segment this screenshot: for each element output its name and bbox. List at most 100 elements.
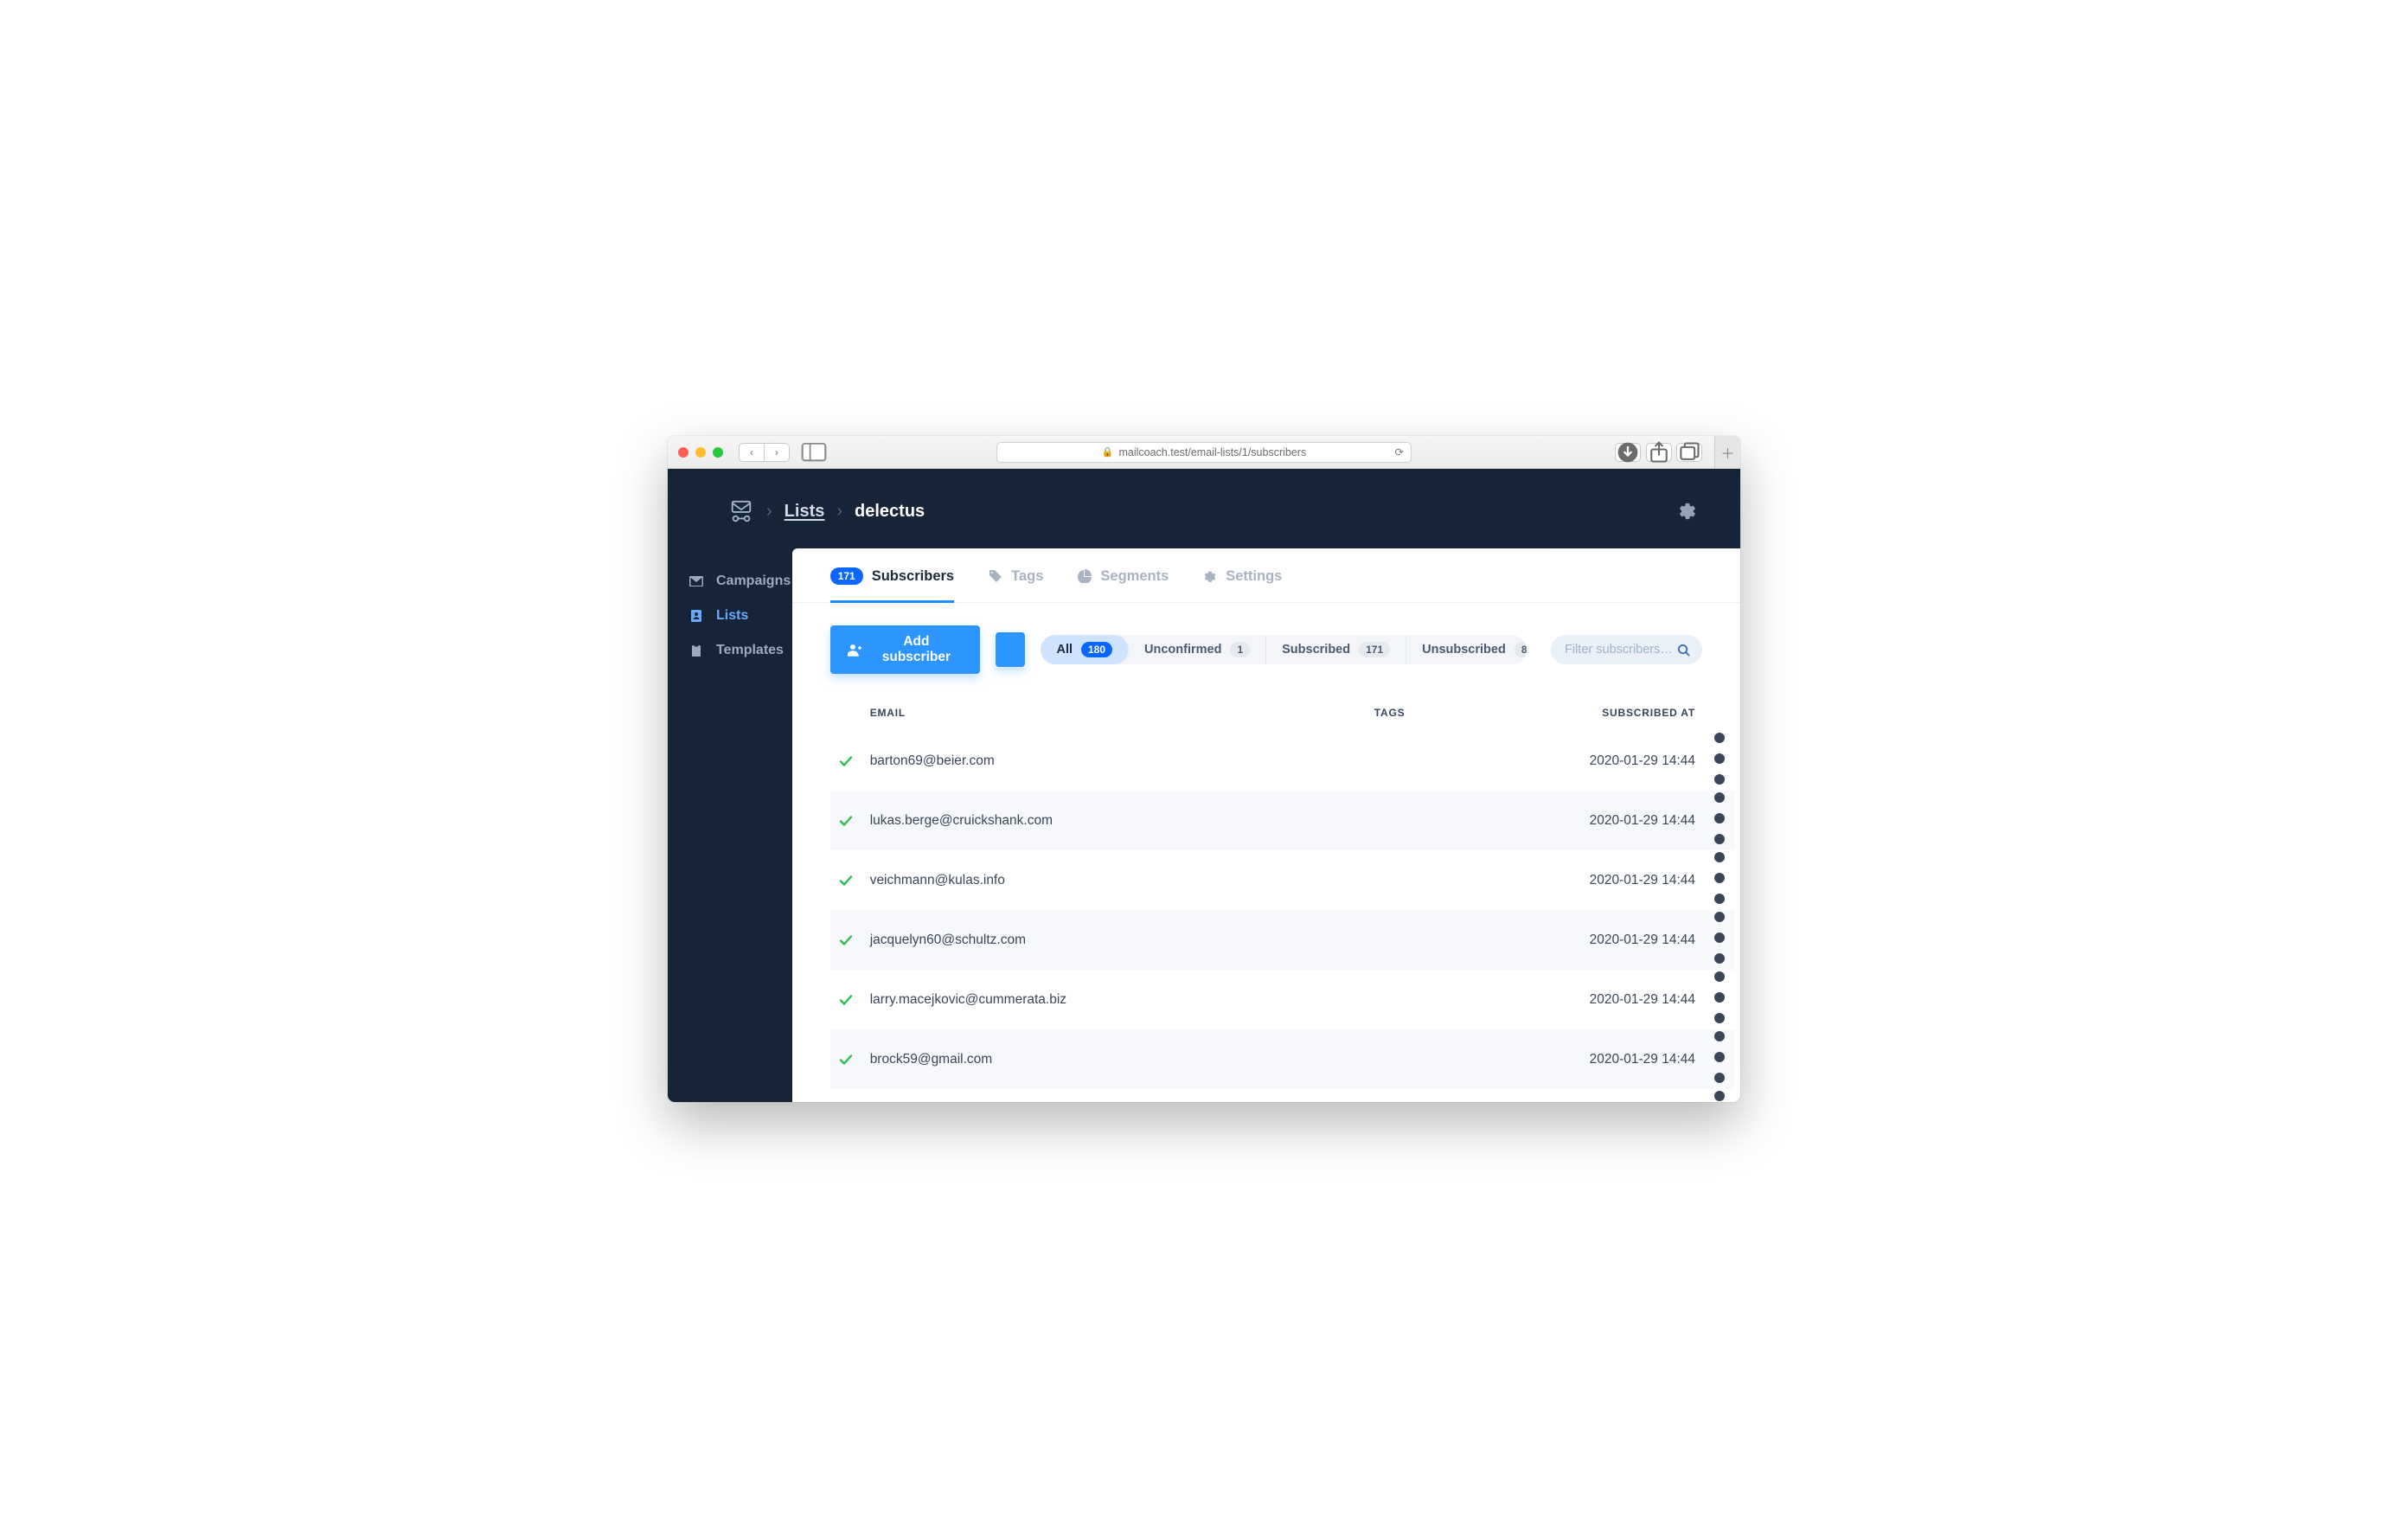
row-actions-button[interactable] [1704,850,1735,910]
subscribed-at-cell: 2020-01-29 14:44 [1479,1029,1704,1089]
filter-count: 180 [1081,642,1112,657]
filter-all[interactable]: All 180 [1041,635,1129,664]
status-cell [830,970,861,1029]
col-tags[interactable]: TAGS [1366,695,1479,731]
email-cell: hokeefe@yahoo.com [861,1089,1366,1102]
row-actions-button[interactable] [1704,731,1735,791]
tags-cell [1366,850,1479,910]
sidebar-toggle-button[interactable] [801,443,827,462]
breadcrumb-lists-link[interactable]: Lists [785,502,825,522]
clipboard-icon [688,644,704,657]
row-actions-button[interactable] [1704,970,1735,1029]
nav-buttons: ‹ › [739,443,790,462]
breadcrumb: › Lists › delectus [728,500,925,522]
main-panel: 171 Subscribers Tags [792,548,1740,1102]
filter-count: 8 [1515,642,1527,657]
filter-label: Unconfirmed [1144,643,1221,657]
table-row[interactable]: veichmann@kulas.info2020-01-29 14:44 [830,850,1735,910]
forward-button[interactable]: › [764,443,790,462]
tags-cell [1366,1089,1479,1102]
share-button[interactable] [1646,443,1672,462]
check-icon [839,814,853,828]
tab-subscribers[interactable]: 171 Subscribers [830,567,954,603]
more-actions-button[interactable] [996,632,1025,667]
subscribed-at-cell: 2020-01-29 14:44 [1479,1089,1704,1102]
filter-unsubscribed[interactable]: Unsubscribed 8 [1406,635,1527,664]
pie-chart-icon [1078,569,1092,583]
toolbar: Add subscriber All 180 [792,603,1740,679]
window-minimize-button[interactable] [695,447,706,458]
settings-gear-button[interactable] [1678,502,1697,521]
lock-icon: 🔒 [1102,446,1114,458]
status-cell [830,731,861,791]
dots-vertical-icon [1713,1073,1726,1088]
search-input[interactable] [1565,643,1677,657]
check-icon [839,1053,853,1067]
col-email[interactable]: EMAIL [861,695,1366,731]
dots-vertical-icon [1713,835,1726,849]
add-subscriber-button[interactable]: Add subscriber [830,625,980,674]
status-cell [830,1029,861,1089]
sidebar-item-lists[interactable]: Lists [668,599,792,633]
search-field[interactable] [1551,635,1702,664]
check-icon [839,874,853,888]
row-actions-button[interactable] [1704,1089,1735,1102]
breadcrumb-current: delectus [855,502,925,522]
address-book-icon [688,609,704,623]
tags-cell [1366,791,1479,850]
sidebar-item-label: Campaigns [716,574,791,589]
subscribed-at-cell: 2020-01-29 14:44 [1479,731,1704,791]
address-bar[interactable]: 🔒 mailcoach.test/email-lists/1/subscribe… [996,442,1412,463]
status-filters: All 180 Unconfirmed 1 Subscribed 171 [1041,635,1527,664]
email-cell: barton69@beier.com [861,731,1366,791]
filter-unconfirmed[interactable]: Unconfirmed 1 [1129,635,1266,664]
search-icon [1677,644,1690,657]
envelope-icon [688,574,704,588]
col-subscribed-at[interactable]: SUBSCRIBED AT [1479,695,1704,731]
check-icon [839,993,853,1007]
app-logo-icon [728,500,754,522]
dots-vertical-icon [1713,894,1726,909]
tab-segments[interactable]: Segments [1078,567,1169,603]
chevron-right-icon: › [766,502,772,522]
email-cell: lukas.berge@cruickshank.com [861,791,1366,850]
row-actions-button[interactable] [1704,791,1735,850]
tag-icon [989,569,1002,583]
browser-window: ‹ › 🔒 mailcoach.test/email-lists/1/subsc… [668,436,1740,1102]
email-cell: brock59@gmail.com [861,1029,1366,1089]
tab-tags[interactable]: Tags [989,567,1043,603]
tabs-button[interactable] [1676,443,1702,462]
dots-vertical-icon [1713,1014,1726,1029]
table-row[interactable]: larry.macejkovic@cummerata.biz2020-01-29… [830,970,1735,1029]
email-cell: veichmann@kulas.info [861,850,1366,910]
downloads-button[interactable] [1615,443,1641,462]
table-row[interactable]: lukas.berge@cruickshank.com2020-01-29 14… [830,791,1735,850]
sidebar-item-templates[interactable]: Templates [668,633,792,668]
filter-label: Unsubscribed [1422,643,1506,657]
table-row[interactable]: hokeefe@yahoo.com 2020-01-29 14:44 [830,1089,1735,1102]
status-cell [830,850,861,910]
email-cell: jacquelyn60@schultz.com [861,910,1366,970]
table-row[interactable]: barton69@beier.com 2020-01-29 14:44 [830,731,1735,791]
sidebar-item-campaigns[interactable]: Campaigns [668,564,792,599]
user-plus-icon [848,643,861,657]
tags-cell [1366,731,1479,791]
tab-settings[interactable]: Settings [1203,567,1282,603]
table-row[interactable]: jacquelyn60@schultz.com2020-01-29 14:44 [830,910,1735,970]
tab-label: Tags [1011,568,1043,585]
filter-label: All [1056,643,1073,657]
filter-subscribed[interactable]: Subscribed 171 [1266,635,1406,664]
tags-cell [1366,1029,1479,1089]
filter-count: 171 [1359,642,1390,657]
window-controls [678,447,723,458]
window-close-button[interactable] [678,447,688,458]
row-actions-button[interactable] [1704,910,1735,970]
subscribed-at-cell: 2020-01-29 14:44 [1479,970,1704,1029]
new-tab-button[interactable]: ＋ [1714,436,1740,468]
reload-icon[interactable]: ⟳ [1395,445,1404,458]
table-row[interactable]: brock59@gmail.com 2020-01-29 14:44 [830,1029,1735,1089]
back-button[interactable]: ‹ [739,443,765,462]
row-actions-button[interactable] [1704,1029,1735,1089]
dots-vertical-icon [1713,954,1726,969]
window-zoom-button[interactable] [713,447,723,458]
